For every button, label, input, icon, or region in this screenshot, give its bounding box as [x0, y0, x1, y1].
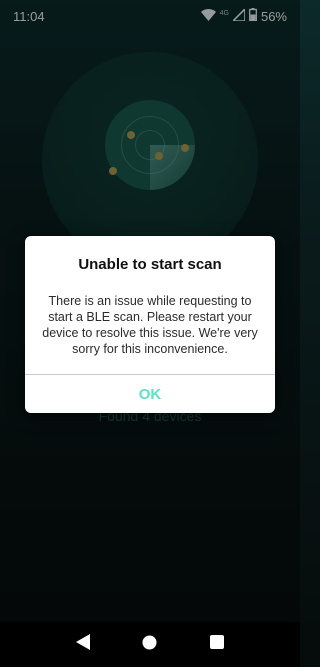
navigation-bar: [0, 622, 300, 667]
home-icon: [142, 635, 157, 655]
ok-button[interactable]: OK: [25, 375, 275, 413]
back-icon: [76, 634, 91, 655]
dialog-title: Unable to start scan: [78, 256, 222, 273]
back-button[interactable]: [71, 633, 95, 657]
home-button[interactable]: [138, 633, 162, 657]
dialog-message: There is an issue while requesting to st…: [42, 294, 258, 356]
recents-button[interactable]: [205, 633, 229, 657]
error-dialog: Unable to start scan There is an issue w…: [25, 236, 275, 413]
recents-icon: [209, 635, 224, 654]
